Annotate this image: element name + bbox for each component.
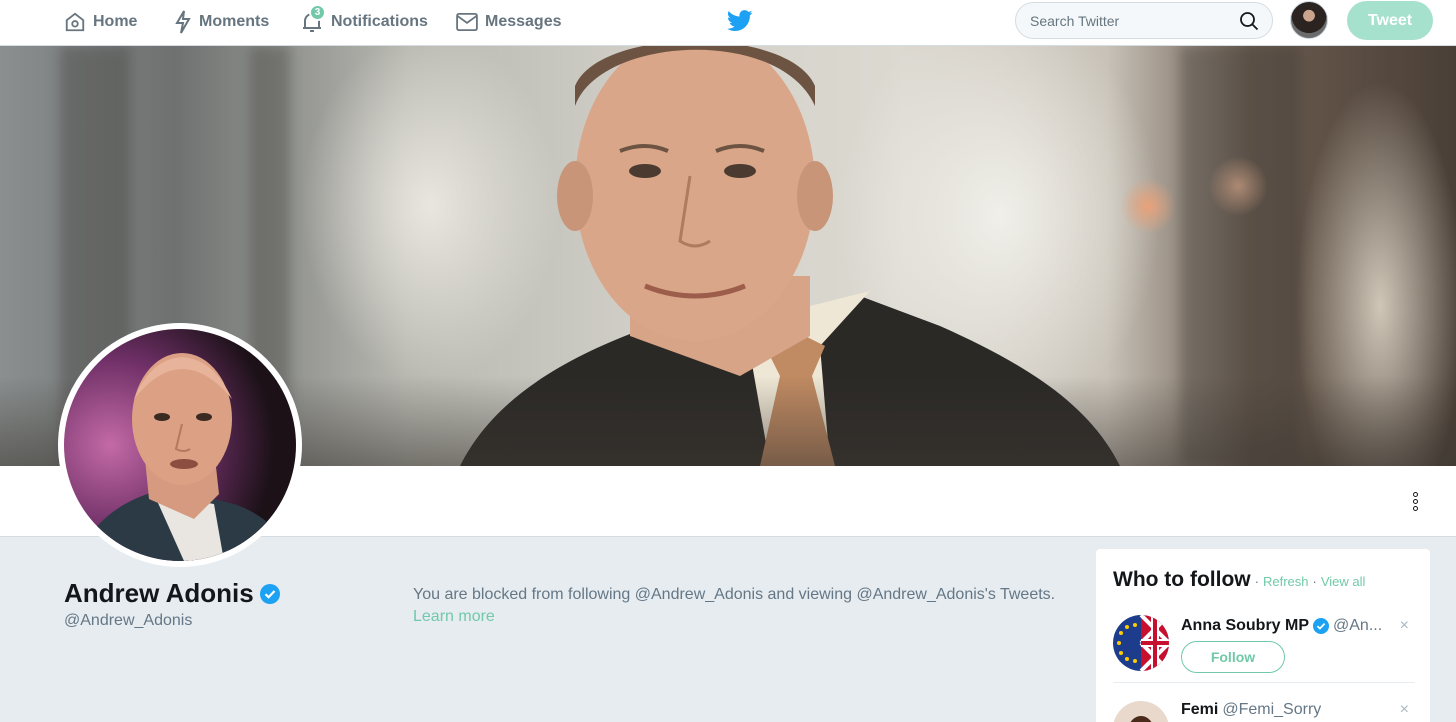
suggestion-item[interactable]: Anna Soubry MP @An... × Follow xyxy=(1113,615,1415,683)
lightning-icon xyxy=(175,10,191,34)
who-to-follow-module: Who to follow · Refresh · View all Anna … xyxy=(1095,548,1431,722)
close-icon[interactable]: × xyxy=(1400,701,1409,719)
profile-name: Andrew Adonis xyxy=(64,578,280,609)
nav-moments[interactable]: Moments xyxy=(174,0,269,44)
nav-notifications-label: Notifications xyxy=(331,13,428,30)
search-box[interactable] xyxy=(1015,2,1273,39)
search-input[interactable] xyxy=(1030,11,1230,31)
follow-button[interactable]: Follow xyxy=(1181,641,1285,673)
separator-dot: · xyxy=(1312,574,1317,589)
account-avatar[interactable] xyxy=(1290,1,1328,39)
separator-dot: · xyxy=(1254,574,1259,589)
profile-avatar-photo xyxy=(74,353,296,561)
nav-messages-label: Messages xyxy=(485,13,562,30)
suggestion-name-line: Femi @Femi_Sorry xyxy=(1181,701,1393,719)
suggestion-avatar[interactable] xyxy=(1113,701,1169,722)
nav-notifications[interactable]: 3 Notifications xyxy=(300,0,428,44)
verified-badge-icon xyxy=(1313,618,1330,634)
twitter-bird-icon[interactable] xyxy=(727,10,753,32)
nav-moments-label: Moments xyxy=(199,13,270,30)
suggestion-avatar[interactable] xyxy=(1113,615,1169,671)
search-icon[interactable] xyxy=(1239,11,1259,31)
top-navigation: Home Moments 3 Notifications Messages Tw… xyxy=(0,0,1456,46)
envelope-icon xyxy=(456,13,478,31)
refresh-link[interactable]: Refresh xyxy=(1263,574,1309,589)
verified-badge-icon xyxy=(259,583,280,604)
blocked-notice: You are blocked from following @Andrew_A… xyxy=(413,584,1093,628)
suggestion-handle: @Femi_Sorry xyxy=(1222,701,1322,718)
nav-messages[interactable]: Messages xyxy=(456,0,562,44)
suggestion-item[interactable]: Femi @Femi_Sorry × xyxy=(1113,699,1415,722)
nav-home-label: Home xyxy=(93,13,138,30)
suggestion-handle: @An... xyxy=(1333,617,1383,634)
view-all-link[interactable]: View all xyxy=(1321,574,1366,589)
more-vertical-icon[interactable] xyxy=(1404,488,1426,514)
suggestion-name[interactable]: Femi xyxy=(1181,701,1218,719)
who-to-follow-title: Who to follow xyxy=(1113,568,1251,591)
close-icon[interactable]: × xyxy=(1400,617,1409,635)
notifications-count-badge: 3 xyxy=(309,4,326,21)
profile-handle: @Andrew_Adonis xyxy=(64,612,193,629)
nav-home[interactable]: Home xyxy=(64,0,137,44)
learn-more-link[interactable]: Learn more xyxy=(413,608,495,625)
tweet-button[interactable]: Tweet xyxy=(1347,1,1433,40)
profile-avatar[interactable] xyxy=(58,323,302,567)
home-icon xyxy=(65,12,85,32)
who-to-follow-header: Who to follow · Refresh · View all xyxy=(1113,568,1365,592)
profile-name-text: Andrew Adonis xyxy=(64,578,254,608)
blocked-notice-text: You are blocked from following @Andrew_A… xyxy=(413,586,1056,603)
suggestion-name[interactable]: Anna Soubry MP xyxy=(1181,617,1309,635)
suggestion-name-line: Anna Soubry MP @An... xyxy=(1181,617,1393,635)
